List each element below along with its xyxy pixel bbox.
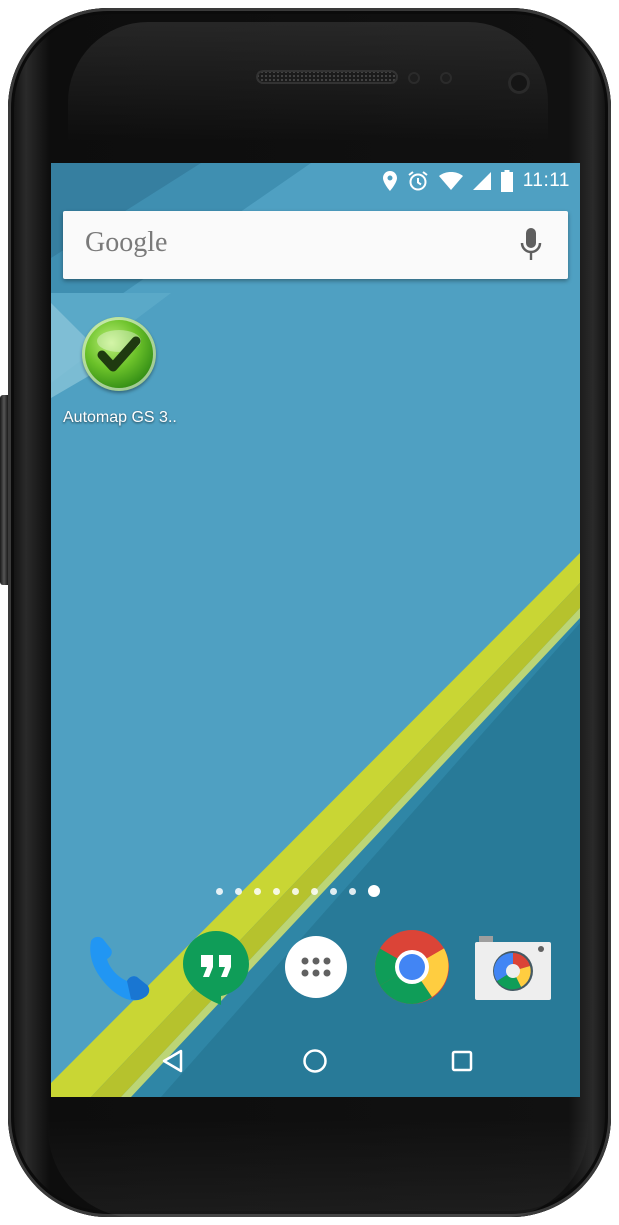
chin-shine	[48, 1118, 588, 1218]
app-shortcut-automap[interactable]: Automap GS 3..	[61, 313, 191, 433]
dock	[51, 923, 580, 1013]
mic-icon[interactable]	[520, 228, 542, 262]
recents-icon	[451, 1050, 473, 1072]
back-icon	[162, 1049, 183, 1073]
page-dot[interactable]	[235, 887, 242, 895]
signal-icon	[472, 172, 491, 190]
proximity-sensor	[408, 72, 420, 84]
camera-icon	[475, 936, 551, 1000]
hangouts-icon	[183, 931, 249, 1005]
status-time: 11:11	[522, 170, 570, 191]
volume-button[interactable]	[0, 395, 8, 585]
dock-camera[interactable]	[473, 927, 553, 1007]
status-bar: 11:11	[51, 163, 580, 199]
page-dot[interactable]	[273, 887, 280, 895]
home-button[interactable]	[290, 1039, 340, 1083]
front-camera	[508, 72, 530, 94]
google-search-bar[interactable]: Google	[63, 211, 568, 279]
status-icons: 11:11	[382, 169, 570, 193]
dock-chrome[interactable]	[372, 927, 452, 1007]
app-drawer-icon	[285, 936, 347, 998]
dock-hangouts[interactable]	[176, 927, 256, 1007]
earpiece-speaker	[256, 70, 398, 84]
location-icon	[382, 171, 397, 191]
alarm-icon	[408, 171, 428, 191]
google-logo: Google	[85, 227, 168, 258]
home-icon	[303, 1049, 327, 1073]
page-dot[interactable]	[216, 887, 223, 895]
chrome-icon	[375, 930, 449, 1004]
navigation-bar	[51, 1025, 580, 1097]
page-dot[interactable]	[292, 887, 299, 895]
page-dot-active[interactable]	[368, 885, 380, 897]
page-dot[interactable]	[254, 887, 261, 895]
back-button[interactable]	[147, 1039, 197, 1083]
light-sensor	[440, 72, 452, 84]
page-dot[interactable]	[330, 887, 337, 895]
page-dot[interactable]	[311, 887, 318, 895]
app-label: Automap GS 3..	[63, 409, 177, 426]
dock-phone[interactable]	[79, 927, 159, 1007]
recents-button[interactable]	[437, 1039, 487, 1083]
battery-icon	[500, 170, 513, 192]
dock-all-apps[interactable]	[276, 927, 356, 1007]
page-indicator	[216, 885, 380, 897]
wifi-icon	[438, 172, 463, 190]
page-dot[interactable]	[349, 887, 356, 895]
home-screen: 11:11 Google Automap GS 3..	[51, 163, 580, 1097]
phone-icon	[90, 936, 150, 1001]
checkmark-icon	[97, 330, 141, 372]
automap-check-icon[interactable]	[82, 317, 156, 391]
